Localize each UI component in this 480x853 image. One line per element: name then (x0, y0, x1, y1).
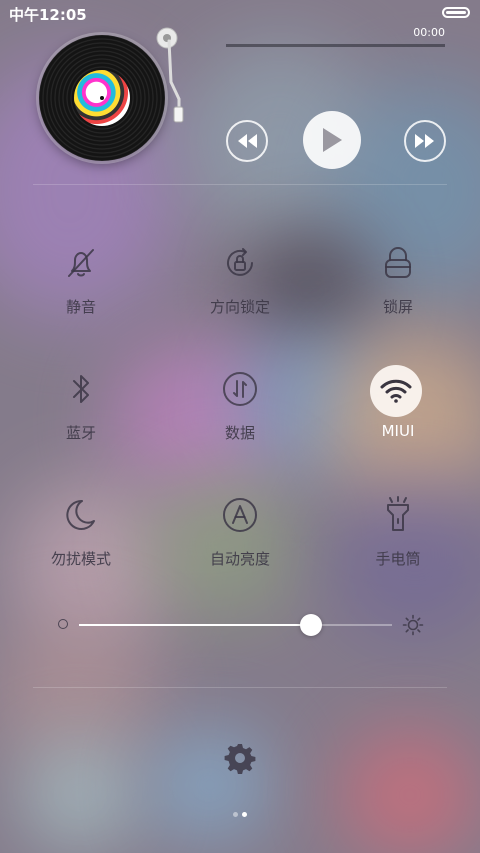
tonearm-icon (156, 27, 184, 123)
toggle-auto-brightness[interactable]: 自动亮度 (180, 495, 300, 605)
toggle-label: 蓝牙 (65, 424, 96, 442)
toggle-wifi[interactable]: MIUI (338, 365, 458, 479)
bluetooth-icon (61, 369, 101, 409)
toggle-label: 静音 (65, 298, 96, 316)
brightness-low-icon (58, 619, 68, 629)
fast-forward-icon (415, 134, 434, 148)
page-dot-active (242, 812, 247, 817)
brightness-high-icon (402, 614, 424, 636)
toggle-label: 勿扰模式 (50, 550, 111, 568)
vinyl-record[interactable] (39, 35, 165, 161)
next-track-button[interactable] (404, 120, 446, 162)
previous-track-button[interactable] (226, 120, 268, 162)
toggle-mobile-data[interactable]: 数据 (180, 369, 300, 479)
divider (33, 687, 447, 688)
page-dot (233, 812, 238, 817)
toggle-label: 自动亮度 (209, 550, 270, 568)
toggle-label: 方向锁定 (209, 298, 270, 316)
toggle-label: 手电筒 (375, 550, 421, 568)
toggle-lock-screen[interactable]: 锁屏 (338, 243, 458, 353)
rewind-icon (238, 134, 257, 148)
brightness-track[interactable] (79, 614, 392, 636)
play-button[interactable] (303, 111, 361, 169)
toggle-flashlight[interactable]: 手电筒 (338, 495, 458, 605)
toggle-do-not-disturb[interactable]: 勿扰模式 (21, 495, 141, 605)
toggle-bluetooth[interactable]: 蓝牙 (21, 369, 141, 479)
moon-icon (61, 495, 101, 535)
album-art-icon (74, 70, 130, 126)
toggle-mute[interactable]: 静音 (21, 243, 141, 353)
toggle-label: MIUI (381, 422, 415, 440)
divider (33, 184, 447, 185)
flashlight-icon (378, 495, 418, 535)
page-indicator (230, 812, 250, 820)
rotation-lock-icon (220, 243, 260, 283)
battery-icon (442, 7, 470, 18)
gear-icon[interactable] (224, 742, 256, 774)
bell-off-icon (61, 243, 101, 283)
status-time: 中午12:05 (9, 6, 87, 24)
mobile-data-icon (220, 369, 260, 409)
wifi-icon (370, 365, 422, 417)
brightness-fill (79, 624, 311, 626)
song-progress-bar[interactable] (226, 44, 445, 47)
auto-brightness-icon (220, 495, 260, 535)
elapsed-time: 00:00 (413, 26, 445, 39)
lock-icon (378, 243, 418, 283)
brightness-slider[interactable] (58, 612, 428, 638)
status-bar: 中午12:05 (0, 0, 480, 26)
toggle-label: 数据 (224, 424, 255, 442)
play-icon (323, 128, 342, 152)
brightness-knob[interactable] (300, 614, 322, 636)
toggle-label: 锁屏 (382, 298, 413, 316)
toggle-rotation-lock[interactable]: 方向锁定 (180, 243, 300, 353)
